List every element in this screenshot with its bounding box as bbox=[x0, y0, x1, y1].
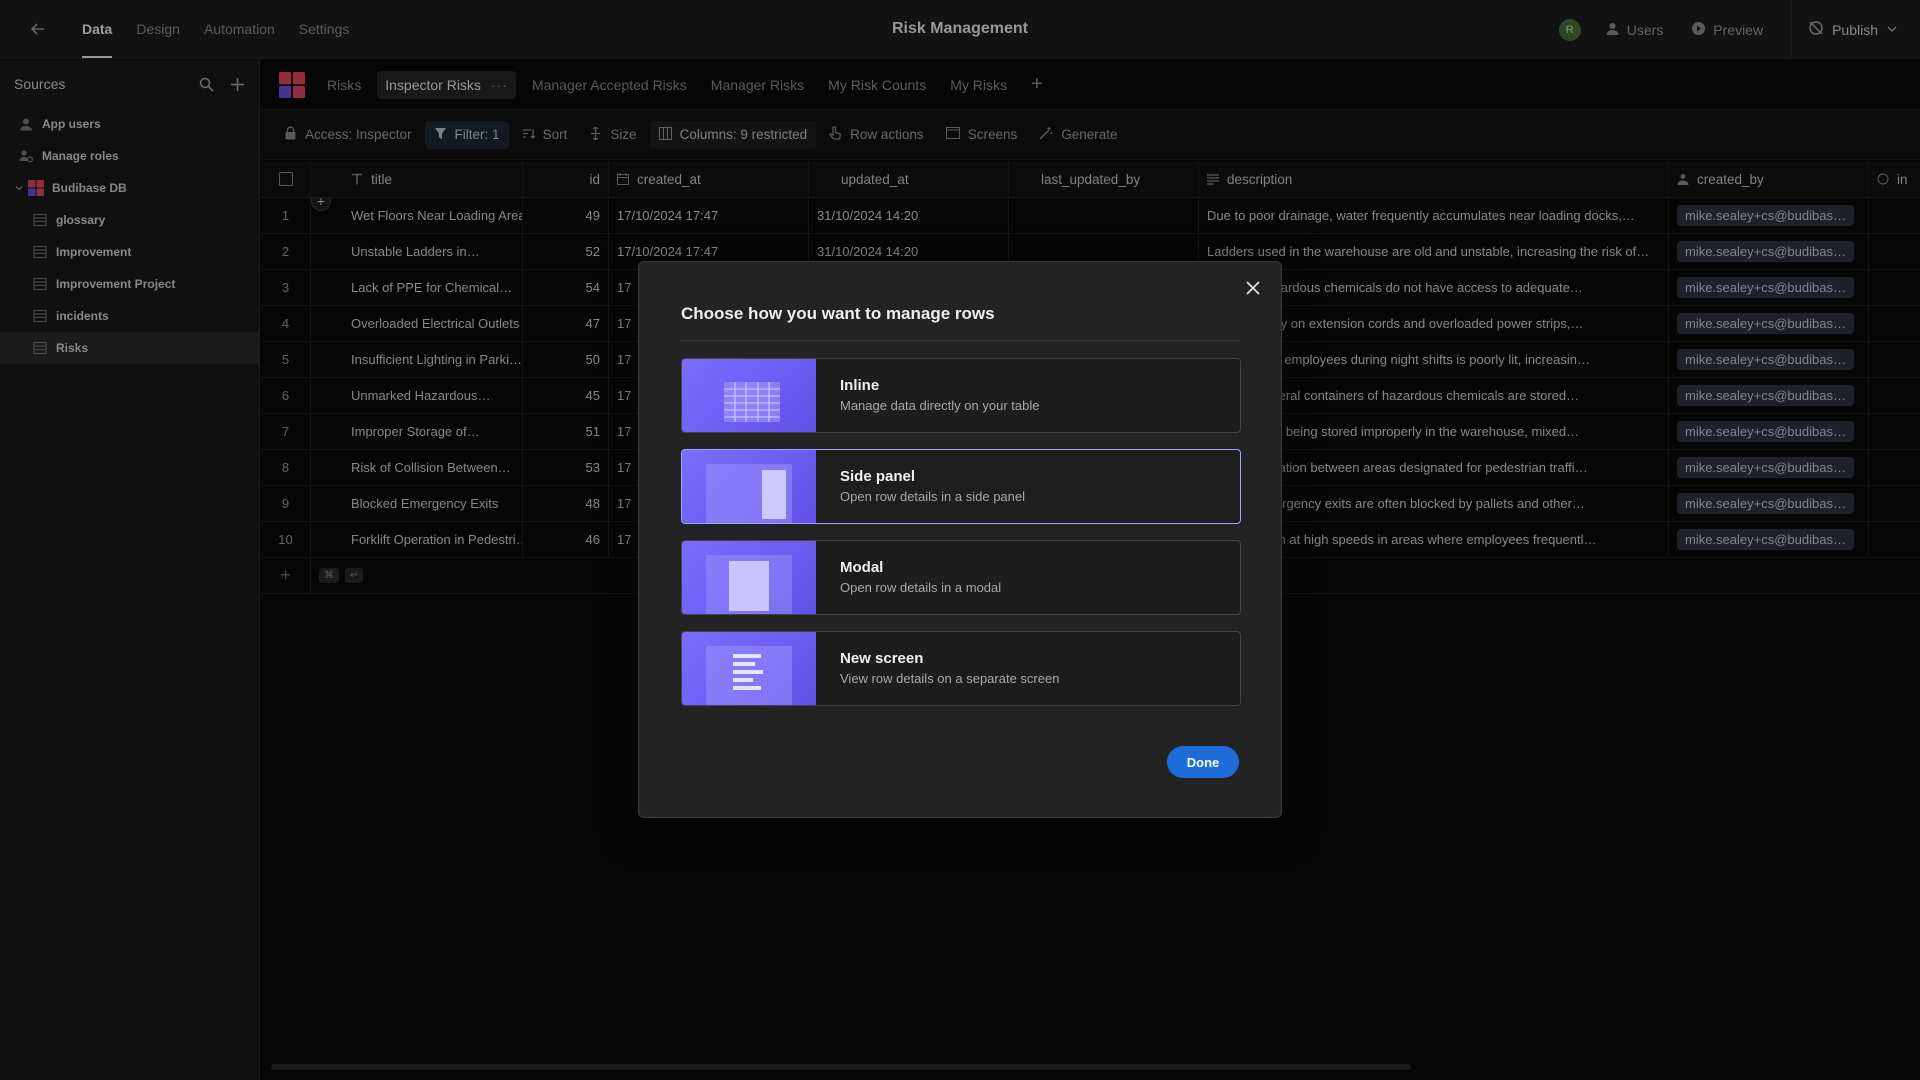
option-new-screen[interactable]: New screen View row details on a separat… bbox=[681, 631, 1241, 706]
done-button[interactable]: Done bbox=[1167, 746, 1239, 778]
option-name: New screen bbox=[840, 650, 924, 667]
modal-divider bbox=[681, 340, 1239, 341]
option-text: New screen View row details on a separat… bbox=[816, 632, 1083, 705]
option-description: Manage data directly on your table bbox=[840, 398, 1040, 413]
option-name: Modal bbox=[840, 559, 884, 576]
option-name: Inline bbox=[840, 377, 880, 394]
new-screen-illustration bbox=[682, 632, 816, 705]
manage-rows-modal: Choose how you want to manage rows Inlin… bbox=[638, 261, 1282, 818]
option-name: Side panel bbox=[840, 468, 916, 485]
modal-title: Choose how you want to manage rows bbox=[681, 304, 995, 323]
modal-illustration bbox=[682, 541, 816, 614]
option-description: Open row details in a side panel bbox=[840, 489, 1026, 504]
option-description: View row details on a separate screen bbox=[840, 671, 1060, 686]
option-inline[interactable]: Inline Manage data directly on your tabl… bbox=[681, 358, 1241, 433]
side-panel-illustration bbox=[682, 450, 816, 523]
option-modal[interactable]: Modal Open row details in a modal bbox=[681, 540, 1241, 615]
inline-table-illustration bbox=[682, 359, 816, 432]
option-side-panel[interactable]: Side panel Open row details in a side pa… bbox=[681, 449, 1241, 524]
option-text: Inline Manage data directly on your tabl… bbox=[816, 359, 1063, 432]
close-icon[interactable] bbox=[1243, 278, 1263, 298]
option-text: Modal Open row details in a modal bbox=[816, 541, 1025, 614]
option-description: Open row details in a modal bbox=[840, 580, 1002, 595]
option-text: Side panel Open row details in a side pa… bbox=[816, 450, 1049, 523]
